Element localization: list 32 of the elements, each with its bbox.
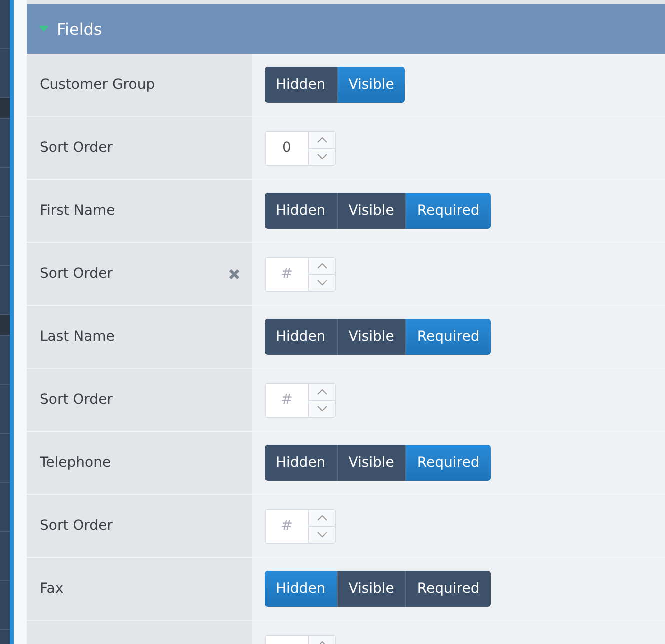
field-label: Last Name	[40, 329, 115, 345]
toggle-option[interactable]: Visible	[336, 193, 406, 229]
sidebar-item[interactable]	[0, 98, 10, 119]
field-label: Sort Order	[40, 266, 113, 282]
toggle-option[interactable]: Visible	[336, 319, 406, 355]
field-label: Sort Order	[40, 140, 113, 156]
toggle-option[interactable]: Required	[405, 571, 491, 607]
panel-title: Fields	[57, 20, 102, 38]
field-label: Sort Order	[40, 518, 113, 534]
toggle-option[interactable]: Required	[405, 445, 491, 481]
field-label: Sort Order	[40, 392, 113, 408]
number-field[interactable]: #	[265, 256, 336, 292]
toggle-option[interactable]: Visible	[336, 445, 406, 481]
field-label: First Name	[40, 203, 116, 219]
toggle-option[interactable]: Hidden	[265, 571, 337, 607]
field-label: Fax	[40, 581, 64, 597]
toggle-option[interactable]: Required	[405, 193, 491, 229]
toggle-option[interactable]: Required	[405, 319, 491, 355]
caret-icon[interactable]	[39, 26, 49, 32]
sidebar-item[interactable]	[0, 315, 10, 336]
field-label: Telephone	[40, 455, 112, 471]
close-icon[interactable]	[229, 268, 240, 280]
number-field[interactable]: #	[265, 508, 336, 544]
toggle-option[interactable]: Visible	[336, 67, 406, 103]
field-label: Customer Group	[40, 77, 156, 93]
number-field[interactable]: #	[265, 382, 336, 418]
toggle-option[interactable]: Hidden	[265, 319, 337, 355]
toggle-option[interactable]: Hidden	[265, 67, 337, 103]
number-field[interactable]: 0	[265, 130, 336, 166]
toggle-option[interactable]: Visible	[336, 571, 406, 607]
toggle-option[interactable]: Hidden	[265, 445, 337, 481]
toggle-option[interactable]: Hidden	[265, 193, 337, 229]
